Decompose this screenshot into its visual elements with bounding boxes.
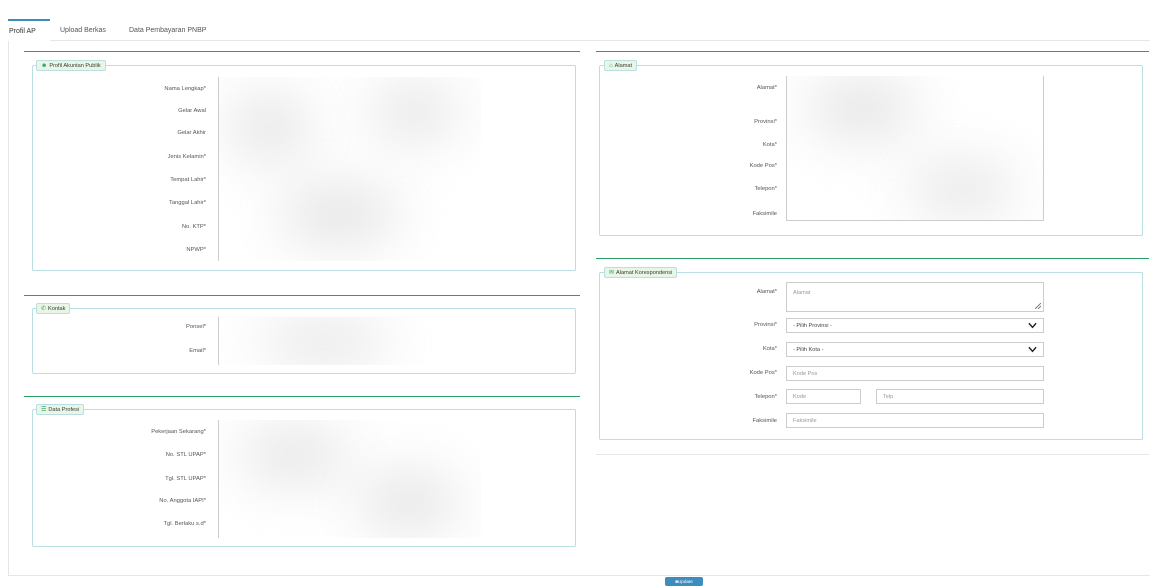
k-alamat-placeholder: Alamat — [793, 290, 811, 296]
label-tgl-berlaku: Tgl. Berlaku s.d* — [163, 521, 206, 527]
profil-legend-text: Profil Akuntan Publik — [49, 63, 101, 69]
label-no-anggota-iapi: No. Anggota IAPI* — [159, 498, 206, 504]
kontak-legend: ✆ Kontak — [36, 303, 71, 314]
user-icon: ☻ — [41, 63, 48, 69]
profesi-legend: ☰ Data Profesi — [36, 404, 85, 415]
label-jenis-kelamin: Jenis Kelamin* — [167, 154, 206, 160]
alamat-legend: ⌂ Alamat — [604, 60, 638, 71]
label-npwp: NPWP* — [186, 247, 206, 253]
tab-data-pembayaran-pnbp[interactable]: Data Pembayaran PNBP — [125, 19, 215, 41]
korespondensi-legend: ✉ Alamat Korespondensi — [604, 267, 678, 278]
content-bottom-border — [8, 575, 1150, 576]
profesi-legend-text: Data Profesi — [48, 407, 80, 413]
panel-divider — [596, 258, 1149, 259]
chevron-down-icon — [1028, 346, 1037, 353]
tab-upload-berkas[interactable]: Upload Berkas — [56, 19, 118, 41]
content-left-border — [8, 41, 9, 576]
k-kode-placeholder: Kode — [793, 394, 807, 400]
panel-footer-divider — [596, 454, 1149, 455]
k-provinsi-select[interactable]: - Pilih Provinsi - — [786, 318, 1044, 333]
label-no-ktp: No. KTP* — [181, 224, 206, 230]
label-alamat: Alamat* — [756, 85, 777, 91]
profil-redacted-inputs[interactable] — [218, 77, 481, 261]
tab-bar: Profil AP Upload Berkas Data Pembayaran … — [8, 19, 1150, 41]
k-alamat-textarea[interactable]: Alamat — [786, 282, 1044, 312]
panel-divider — [596, 51, 1149, 52]
label-kota: Kota* — [762, 142, 777, 148]
k-kode-pos-placeholder: Kode Pos — [793, 371, 818, 377]
label-kode-pos: Kode Pos* — [749, 163, 777, 169]
k-kota-value: - Pilih Kota - — [793, 347, 824, 353]
kontak-legend-text: Kontak — [48, 306, 66, 312]
label-gelar-akhir: Gelar Akhir — [177, 130, 206, 136]
alamat-legend-text: Alamat — [614, 63, 633, 69]
update-button-label: Update — [677, 579, 693, 584]
label-k-telepon: Telepon* — [754, 394, 777, 400]
phone-icon: ✆ — [41, 306, 47, 312]
home-icon: ⌂ — [609, 63, 613, 69]
k-provinsi-value: - Pilih Provinsi - — [793, 323, 832, 329]
label-email: Email* — [189, 348, 206, 354]
chevron-down-icon — [1028, 322, 1037, 329]
k-kode-telepon-input[interactable]: Kode — [786, 389, 861, 404]
profil-legend: ☻ Profil Akuntan Publik — [36, 60, 106, 71]
label-k-kota: Kota* — [762, 346, 777, 352]
label-faksimile: Faksimile — [752, 211, 777, 217]
label-k-provinsi: Provinsi* — [754, 322, 777, 328]
update-button[interactable]: ■Update — [665, 577, 703, 586]
label-no-stl-upap: No. STL UPAP* — [165, 452, 206, 458]
korespondensi-legend-text: Alamat Korespondensi — [616, 270, 673, 276]
label-nama-lengkap: Nama Lengkap* — [164, 86, 206, 92]
label-ponsel: Ponsel* — [186, 324, 206, 330]
panel-divider — [24, 396, 580, 397]
label-gelar-awal: Gelar Awal — [178, 108, 206, 114]
envelope-icon: ✉ — [609, 270, 615, 276]
label-tgl-stl-upap: Tgl. STL UPAP* — [165, 476, 206, 482]
tab-profil-ap[interactable]: Profil AP — [8, 19, 50, 41]
k-telp-placeholder: Telp — [883, 394, 894, 400]
label-k-faksimile: Faksimile — [752, 418, 777, 424]
label-provinsi: Provinsi* — [754, 119, 777, 125]
panel-divider — [24, 295, 580, 296]
alamat-redacted-inputs[interactable] — [786, 76, 1044, 221]
label-tempat-lahir: Tempat Lahir* — [170, 177, 206, 183]
k-telp-input[interactable]: Telp — [876, 389, 1044, 404]
resize-handle-icon[interactable] — [1035, 303, 1041, 309]
label-telepon: Telepon* — [754, 186, 777, 192]
profesi-redacted-inputs[interactable] — [218, 420, 481, 538]
kontak-redacted-inputs[interactable] — [218, 317, 481, 365]
k-kode-pos-input[interactable]: Kode Pos — [786, 366, 1044, 381]
list-icon: ☰ — [41, 407, 47, 413]
label-k-alamat: Alamat* — [756, 289, 777, 295]
label-k-kode-pos: Kode Pos* — [749, 370, 777, 376]
k-kota-select[interactable]: - Pilih Kota - — [786, 342, 1044, 357]
label-tanggal-lahir: Tanggal Lahir* — [168, 200, 206, 206]
panel-divider — [24, 51, 580, 52]
k-faksimile-input[interactable]: Faksimile — [786, 413, 1044, 428]
k-faksimile-placeholder: Faksimile — [793, 418, 817, 424]
label-pekerjaan-sekarang: Pekerjaan Sekarang* — [151, 429, 206, 435]
